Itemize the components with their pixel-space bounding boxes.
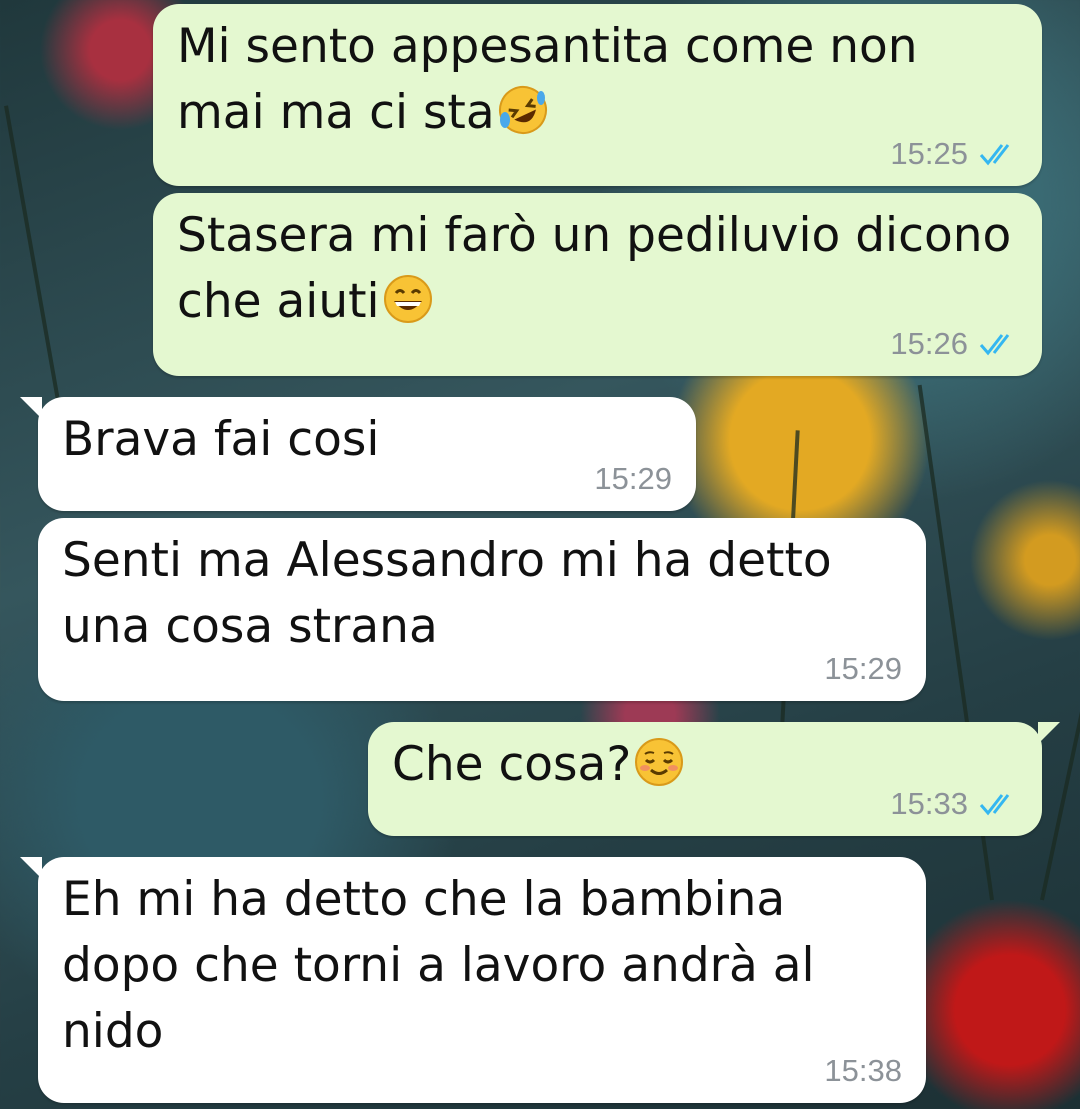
message-text: Stasera mi farò un pediluvio dicono che … — [177, 208, 1027, 329]
message-text: Senti ma Alessandro mi ha detto una cosa… — [62, 533, 847, 654]
message-time: 15:29 — [594, 461, 672, 496]
double-check-icon — [979, 144, 1010, 166]
message-time: 15:38 — [824, 1053, 902, 1088]
double-check-icon — [979, 334, 1010, 356]
message-meta: 15:38 — [824, 1053, 902, 1089]
message-text: Eh mi ha detto che la bambina dopo che t… — [62, 872, 830, 1059]
message-time: 15:26 — [890, 326, 968, 361]
rolling-on-floor-laughing-emoji-icon — [498, 86, 547, 134]
double-check-icon — [979, 794, 1010, 816]
message-bubble-incoming[interactable]: Eh mi ha detto che la bambina dopo che t… — [20, 857, 926, 1103]
message-time: 15:25 — [890, 136, 968, 171]
message-time: 15:29 — [824, 651, 902, 686]
message-bubble-incoming[interactable]: Brava fai cosi 15:29 — [20, 397, 696, 511]
message-bubble-outgoing[interactable]: Stasera mi farò un pediluvio dicono che … — [153, 193, 1042, 376]
message-text: Brava fai cosi — [62, 412, 380, 467]
message-bubble-outgoing[interactable]: Che cosa? 15:33 — [368, 722, 1060, 836]
message-meta: 15:33 — [890, 786, 1018, 822]
smiling-face-emoji-icon — [635, 738, 684, 786]
message-bubble-incoming[interactable]: Senti ma Alessandro mi ha detto una cosa… — [38, 518, 926, 701]
grinning-face-emoji-icon — [383, 275, 432, 323]
message-time: 15:33 — [890, 786, 968, 821]
message-meta: 15:26 — [890, 326, 1018, 362]
message-text: Mi sento appesantita come non mai ma ci … — [177, 19, 933, 140]
message-meta: 15:29 — [824, 651, 902, 687]
message-text: Che cosa? — [392, 737, 632, 792]
message-bubble-outgoing[interactable]: Mi sento appesantita come non mai ma ci … — [153, 4, 1042, 186]
message-meta: 15:29 — [594, 461, 672, 497]
message-meta: 15:25 — [890, 136, 1018, 172]
